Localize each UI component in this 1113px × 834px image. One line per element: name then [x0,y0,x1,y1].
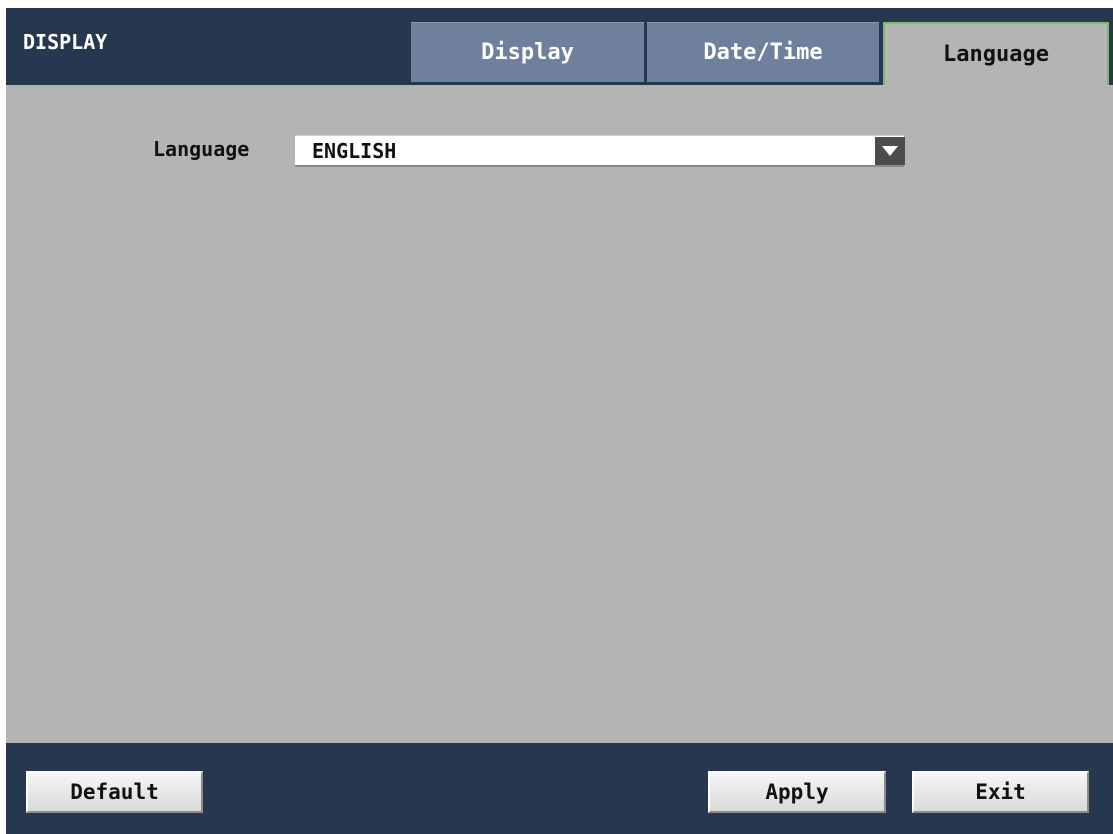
exit-button[interactable]: Exit [912,771,1089,813]
language-select-value: ENGLISH [312,139,397,163]
apply-button[interactable]: Apply [708,771,886,813]
header-bar: DISPLAY Display Date/Time Language [6,8,1113,85]
chevron-down-icon[interactable] [875,137,905,165]
language-panel: Language ENGLISH [6,85,1113,743]
tab-display[interactable]: Display [411,22,644,82]
footer-bar: Default Apply Exit [6,743,1113,834]
language-label: Language [153,137,250,161]
window-title: DISPLAY [23,30,108,54]
display-settings-window: DISPLAY Display Date/Time Language Langu… [6,8,1113,834]
tab-date-time[interactable]: Date/Time [647,22,879,82]
language-select[interactable]: ENGLISH [295,135,905,167]
tab-language[interactable]: Language [883,22,1109,85]
default-button[interactable]: Default [26,771,203,813]
